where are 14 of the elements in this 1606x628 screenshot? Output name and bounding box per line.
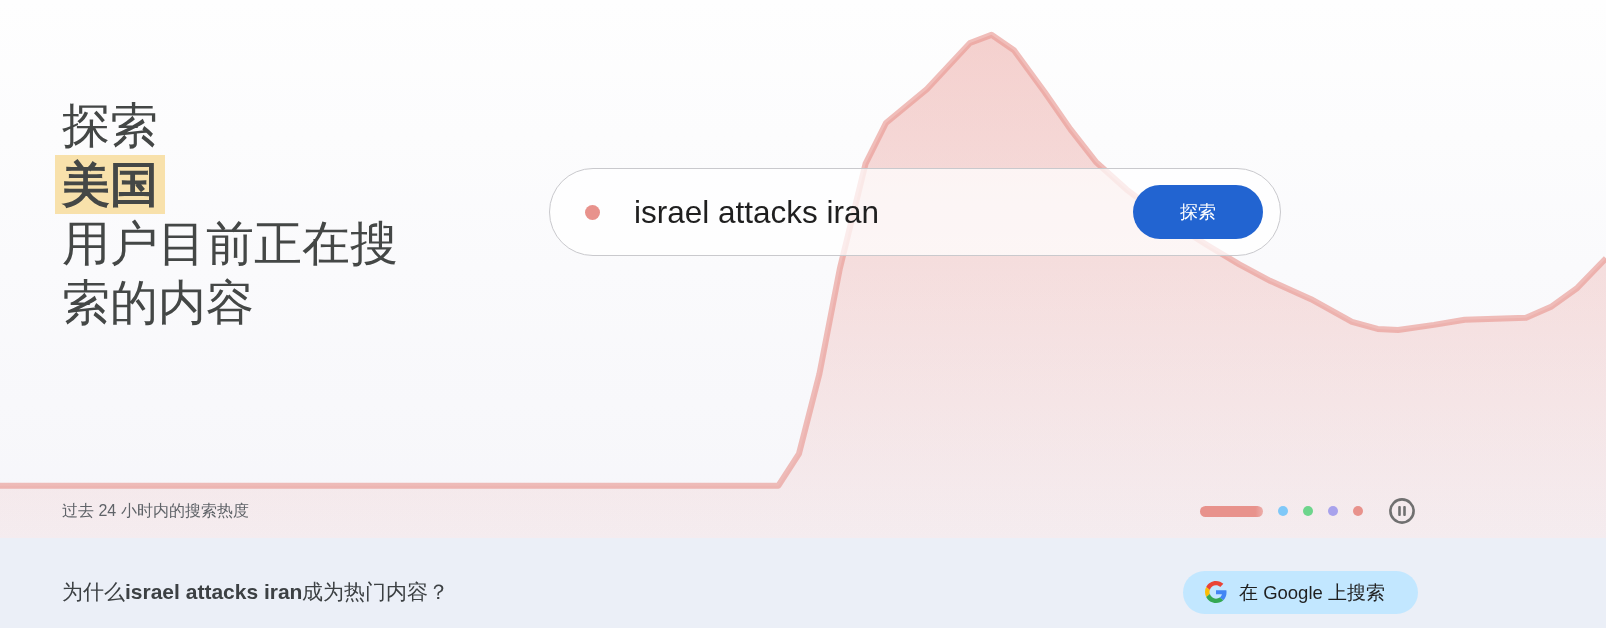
- slide-dot-icon[interactable]: [1328, 506, 1338, 516]
- google-search-button[interactable]: 在 Google 上搜索: [1183, 570, 1418, 614]
- page-heading: 探索美国用户目前正在搜索的内容: [55, 96, 407, 332]
- active-slide-indicator[interactable]: [1200, 505, 1263, 517]
- chart-caption: 过去 24 小时内的搜索热度: [62, 500, 249, 521]
- status-dot-icon: [585, 204, 600, 220]
- slide-dot-icon[interactable]: [1353, 506, 1363, 516]
- slide-dot-icon[interactable]: [1278, 506, 1288, 516]
- search-button[interactable]: 探索: [1133, 185, 1263, 239]
- pause-icon[interactable]: [1389, 498, 1415, 524]
- slide-dot-icon[interactable]: [1303, 506, 1313, 516]
- google-logo-icon: [1205, 581, 1227, 603]
- trending-question-text: 为什么israel attacks iran成为热门内容？: [62, 579, 450, 605]
- search-field[interactable]: israel attacks iran 探索: [549, 168, 1281, 256]
